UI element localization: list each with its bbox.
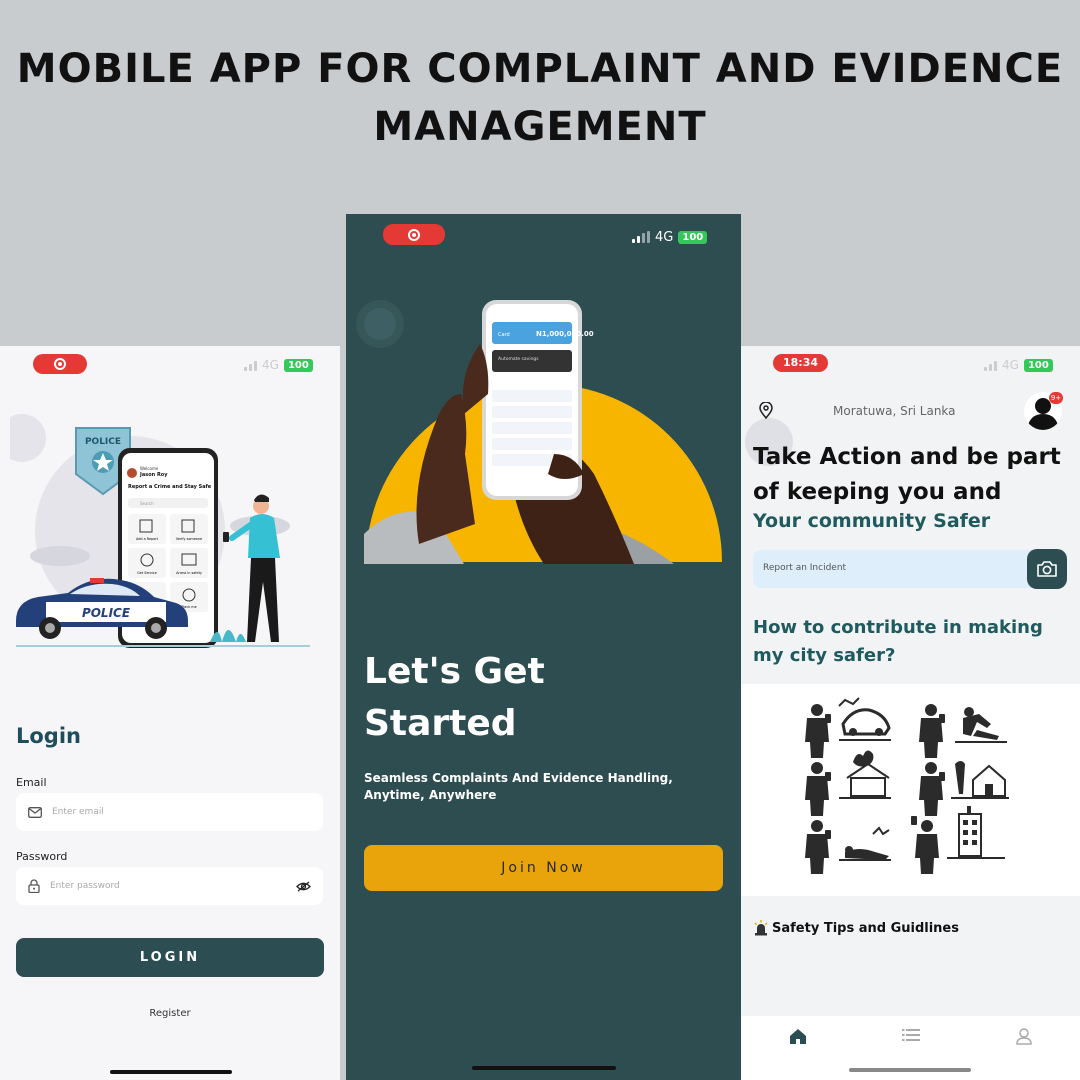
home-heading-line-1: Take Action and be part (753, 444, 1061, 470)
signal-icon (632, 231, 650, 243)
mock-balance: N1,000,000.00 (536, 330, 594, 338)
location-row[interactable]: Moratuwa, Sri Lanka (759, 402, 1069, 419)
password-label: Password (16, 850, 68, 863)
home-screen: 18:34 4G 100 Moratuwa, Sri Lanka 9+ Take… (741, 346, 1080, 1080)
scenario-fire-icon (805, 750, 891, 816)
hide-password-icon[interactable] (296, 880, 311, 892)
car-text: POLICE (82, 606, 131, 620)
tile-label: Verify someone (176, 537, 202, 541)
mail-icon (28, 806, 42, 818)
home-indicator[interactable] (472, 1066, 616, 1070)
contribute-illustration-panel (741, 684, 1080, 896)
tile-label: Get Service (137, 571, 157, 575)
police-illustration: POLICE Welcome Jason Roy Report a Crime … (10, 414, 310, 648)
signal-icon (244, 360, 257, 371)
login-title: Login (16, 724, 81, 748)
page-headline: MOBILE APP FOR COMPLAINT AND EVIDENCE MA… (0, 40, 1080, 156)
tile-label: Arrest in safety (176, 571, 202, 575)
mock-savings: Automate savings (498, 356, 539, 362)
contribute-title: How to contribute in making my city safe… (753, 617, 1043, 666)
reporting-scenarios-illustration (805, 697, 1009, 874)
status-time: 18:34 (773, 354, 829, 372)
home-indicator[interactable] (849, 1068, 971, 1072)
email-placeholder: Enter email (52, 807, 104, 817)
status-bar: 4G 100 (984, 358, 1053, 372)
home-heading: Take Action and be part of keeping you a… (753, 440, 1073, 510)
home-heading-accent: Your community Safer (753, 510, 991, 532)
home-icon (789, 1029, 806, 1044)
tab-home[interactable] (783, 1028, 813, 1052)
badge-text: POLICE (85, 437, 121, 447)
location-pin-icon (759, 402, 773, 419)
record-icon (408, 228, 420, 241)
report-incident-input[interactable]: Report an Incident (753, 550, 1039, 588)
lock-icon (28, 879, 40, 893)
login-screen: 4G 100 POLICE Welcome Jason Roy Report a… (0, 346, 340, 1080)
battery-icon: 100 (678, 231, 708, 244)
tab-profile[interactable] (1009, 1028, 1039, 1052)
get-started-title: Let's Get Started (364, 646, 545, 750)
get-started-title-line-2: Started (364, 703, 517, 744)
camera-button[interactable] (1027, 549, 1067, 589)
scenario-accident-victim-icon (805, 820, 891, 874)
email-label: Email (16, 776, 47, 789)
battery-icon: 100 (1023, 358, 1053, 372)
get-started-subtitle: Seamless Complaints And Evidence Handlin… (364, 771, 673, 802)
camera-icon (1037, 561, 1057, 577)
network-label: 4G (655, 230, 674, 245)
email-field[interactable]: Enter email (16, 793, 323, 831)
get-started-title-line-1: Let's Get (364, 651, 545, 692)
headline-line-2: MANAGEMENT (373, 104, 707, 150)
phone-greeting: Welcome (140, 466, 159, 471)
user-icon (1015, 1028, 1032, 1045)
location-text: Moratuwa, Sri Lanka (833, 403, 956, 418)
home-indicator[interactable] (110, 1070, 232, 1074)
login-button[interactable]: LOGIN (16, 938, 324, 977)
scenario-robbery-icon (919, 704, 1007, 758)
safety-tips-row[interactable]: Safety Tips and Guidlines (753, 920, 959, 936)
tile-label: Add a Report (136, 537, 159, 541)
network-label: 4G (262, 358, 279, 372)
record-icon (54, 358, 66, 370)
join-now-button[interactable]: Join Now (364, 845, 723, 891)
signal-icon (984, 360, 997, 371)
phone-search: Search (140, 501, 154, 506)
scenario-building-icon (911, 806, 1005, 874)
scenario-car-crash-icon (805, 697, 891, 758)
screen-record-indicator[interactable] (33, 354, 87, 374)
alarm-siren-icon (754, 920, 768, 936)
network-label: 4G (1002, 358, 1019, 372)
headline-line-1: MOBILE APP FOR COMPLAINT AND EVIDENCE (16, 46, 1064, 92)
scenario-house-damage-icon (919, 761, 1009, 816)
safety-tips-title: Safety Tips and Guidlines (772, 920, 959, 936)
list-icon (901, 1029, 920, 1041)
password-placeholder: Enter password (50, 881, 120, 891)
status-bar: 4G 100 (632, 230, 708, 245)
phone-user: Jason Roy (139, 472, 168, 478)
password-field[interactable]: Enter password (16, 867, 323, 905)
home-heading-line-2: of keeping you and (753, 479, 1002, 505)
get-started-screen: 4G 100 Card N1,000,000.00 Automate savin… (346, 214, 741, 1080)
phone-heading: Report a Crime and Stay Safe (128, 484, 212, 490)
notification-badge: 9+ (1049, 392, 1063, 404)
register-link[interactable]: Register (0, 1008, 340, 1019)
battery-icon: 100 (283, 358, 313, 372)
tab-list[interactable] (896, 1028, 926, 1052)
mock-card-label: Card (498, 332, 510, 338)
hands-holding-phone-image: Card N1,000,000.00 Automate savings (364, 300, 722, 564)
screen-record-indicator[interactable] (383, 224, 445, 245)
status-bar: 4G 100 (244, 358, 313, 372)
